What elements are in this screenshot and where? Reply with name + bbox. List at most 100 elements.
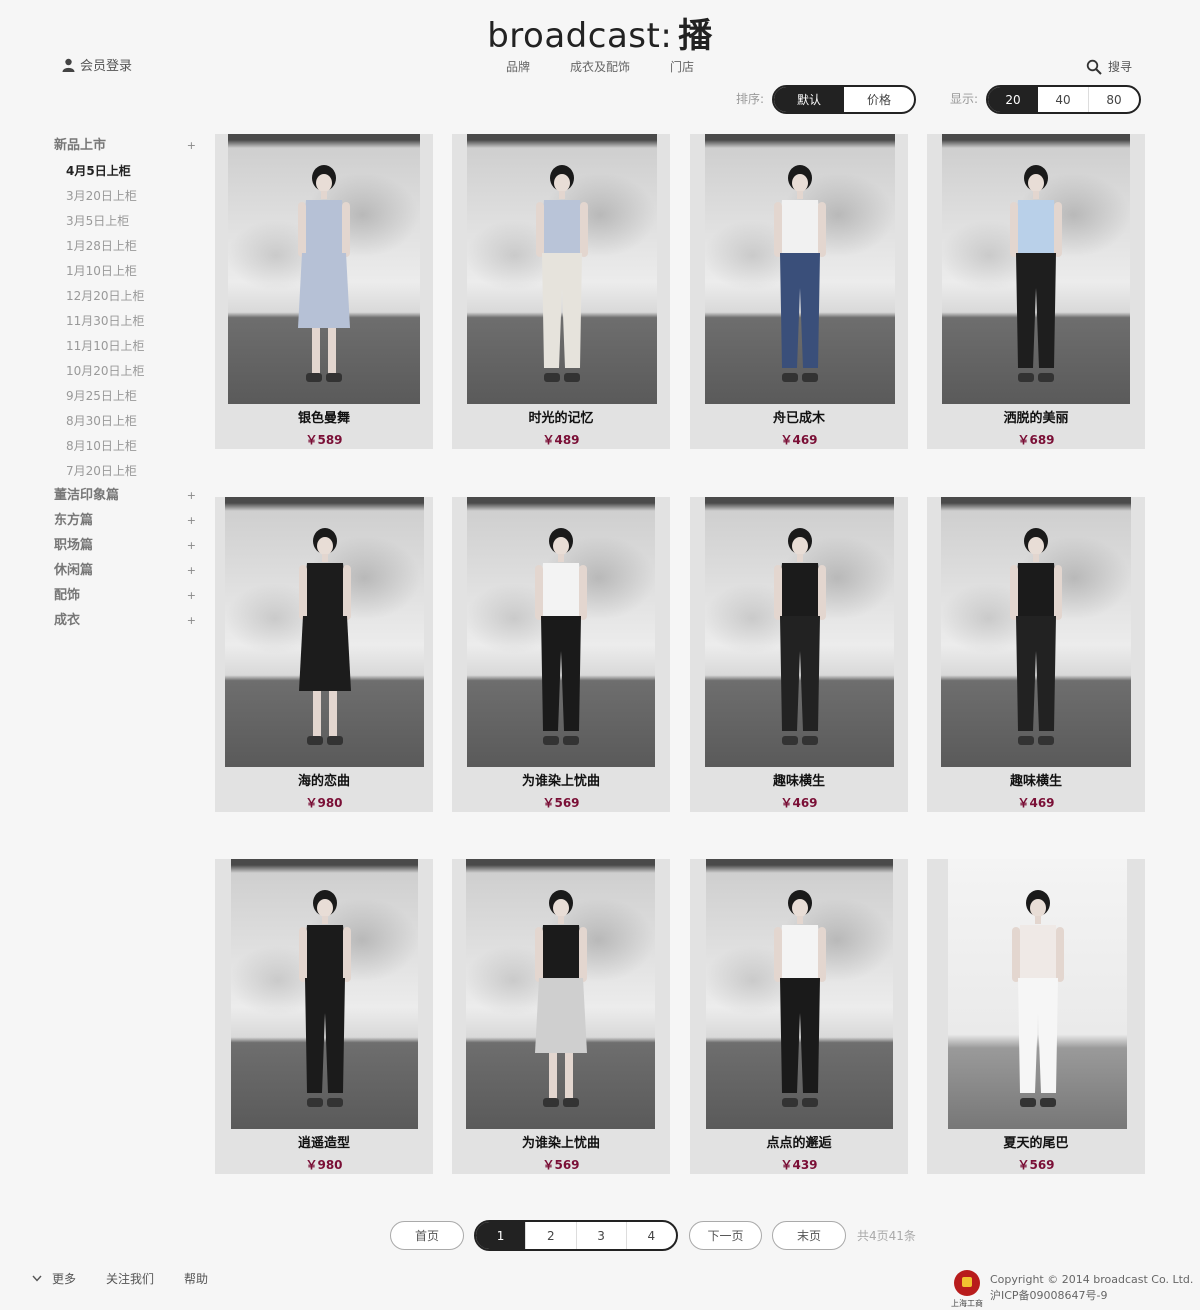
sort-toggle: 默认 价格 (772, 85, 916, 114)
expand-icon[interactable]: + (187, 137, 200, 162)
model-figure (284, 158, 364, 392)
sidebar-subitem[interactable]: 10月20日上柜 (54, 362, 200, 387)
product-image[interactable] (948, 859, 1127, 1129)
sidebar-subitem[interactable]: 11月10日上柜 (54, 337, 200, 362)
sidebar-category[interactable]: 董洁印象篇 + (54, 487, 200, 512)
sidebar-category-label: 新品上市 (54, 138, 107, 153)
page-1-button[interactable]: 1 (476, 1222, 526, 1249)
first-page-button[interactable]: 首页 (390, 1221, 464, 1250)
footer-follow-link[interactable]: 关注我们 (106, 1270, 154, 1287)
sidebar-category[interactable]: 东方篇 + (54, 512, 200, 537)
sidebar-subitem[interactable]: 1月10日上柜 (54, 262, 200, 287)
display-label: 显示: (950, 92, 979, 106)
product-card[interactable]: 夏天的尾巴 ￥569 (927, 859, 1145, 1174)
logo-english: broadcast: (487, 16, 673, 56)
product-image[interactable] (705, 497, 894, 767)
search-button[interactable]: 搜寻 (1086, 58, 1132, 75)
footer-more-link[interactable]: 更多 (32, 1270, 76, 1287)
product-price: ￥569 (542, 796, 580, 810)
nav-item-apparel[interactable]: 成衣及配饰 (570, 58, 630, 75)
product-card[interactable]: 点点的邂逅 ￥439 (690, 859, 908, 1174)
expand-icon[interactable]: + (187, 487, 200, 512)
expand-icon[interactable]: + (187, 612, 200, 637)
business-license-badge[interactable]: 上海工商 (951, 1270, 983, 1309)
product-image[interactable] (705, 134, 895, 404)
next-page-button[interactable]: 下一页 (689, 1221, 762, 1250)
sidebar-subitem[interactable]: 9月25日上柜 (54, 387, 200, 412)
sidebar-subitem[interactable]: 8月30日上柜 (54, 412, 200, 437)
product-name[interactable]: 时光的记忆 (452, 407, 670, 426)
product-name[interactable]: 趣味横生 (927, 770, 1145, 789)
page-size-toggle: 20 40 80 (986, 85, 1141, 114)
sidebar-category[interactable]: 成衣 + (54, 612, 200, 637)
footer-more-label: 更多 (52, 1272, 77, 1286)
product-image[interactable] (706, 859, 893, 1129)
sidebar-category[interactable]: 配饰 + (54, 587, 200, 612)
product-image[interactable] (467, 134, 657, 404)
sidebar-subitem[interactable]: 11月30日上柜 (54, 312, 200, 337)
sidebar-subitem[interactable]: 1月28日上柜 (54, 237, 200, 262)
product-name[interactable]: 为谁染上忧曲 (452, 770, 670, 789)
product-price: ￥489 (542, 433, 580, 447)
sidebar-subitem[interactable]: 3月5日上柜 (54, 212, 200, 237)
product-name[interactable]: 舟已成木 (690, 407, 908, 426)
product-image[interactable] (225, 497, 424, 767)
sort-default-button[interactable]: 默认 (774, 87, 844, 112)
product-image[interactable] (942, 134, 1130, 404)
product-card[interactable]: 舟已成木 ￥469 (690, 134, 908, 449)
product-name[interactable]: 海的恋曲 (215, 770, 433, 789)
sidebar-category-new-arrivals[interactable]: 新品上市 + (54, 137, 200, 162)
product-card[interactable]: 时光的记忆 ￥489 (452, 134, 670, 449)
expand-icon[interactable]: + (187, 562, 200, 587)
expand-icon[interactable]: + (187, 587, 200, 612)
nav-item-stores[interactable]: 门店 (670, 58, 694, 75)
product-name[interactable]: 银色曼舞 (215, 407, 433, 426)
expand-icon[interactable]: + (187, 512, 200, 537)
product-name[interactable]: 为谁染上忧曲 (452, 1132, 670, 1151)
product-card[interactable]: 银色曼舞 ￥589 (215, 134, 433, 449)
page-3-button[interactable]: 3 (575, 1222, 626, 1249)
product-price: ￥569 (1017, 1158, 1055, 1172)
page-size-20-button[interactable]: 20 (988, 87, 1038, 112)
footer-help-link[interactable]: 帮助 (184, 1270, 208, 1287)
product-card[interactable]: 趣味横生 ￥469 (927, 497, 1145, 812)
product-image[interactable] (466, 859, 655, 1129)
model-figure (996, 521, 1076, 755)
expand-icon[interactable]: + (187, 537, 200, 562)
sidebar-subitem[interactable]: 4月5日上柜 (54, 162, 200, 187)
sidebar-category[interactable]: 休闲篇 + (54, 562, 200, 587)
page-4-button[interactable]: 4 (625, 1222, 676, 1249)
page-size-40-button[interactable]: 40 (1038, 87, 1088, 112)
search-label: 搜寻 (1107, 60, 1132, 74)
chevron-down-icon (32, 1275, 42, 1282)
product-card[interactable]: 洒脱的美丽 ￥689 (927, 134, 1145, 449)
product-name[interactable]: 洒脱的美丽 (927, 407, 1145, 426)
product-image[interactable] (228, 134, 420, 404)
product-card[interactable]: 逍遥造型 ￥980 (215, 859, 433, 1174)
nav-item-brand[interactable]: 品牌 (506, 58, 530, 75)
icp-number[interactable]: 沪ICP备09008647号-9 (990, 1288, 1193, 1304)
product-image[interactable] (941, 497, 1131, 767)
product-name[interactable]: 夏天的尾巴 (927, 1132, 1145, 1151)
last-page-button[interactable]: 末页 (772, 1221, 846, 1250)
sidebar-subitem[interactable]: 8月10日上柜 (54, 437, 200, 462)
product-card[interactable]: 为谁染上忧曲 ￥569 (452, 859, 670, 1174)
product-image[interactable] (231, 859, 418, 1129)
site-logo[interactable]: broadcast: 播 (0, 8, 1200, 57)
page-2-button[interactable]: 2 (525, 1222, 575, 1249)
product-name[interactable]: 趣味横生 (690, 770, 908, 789)
product-card[interactable]: 趣味横生 ￥469 (690, 497, 908, 812)
product-card[interactable]: 为谁染上忧曲 ￥569 (452, 497, 670, 812)
product-name[interactable]: 点点的邂逅 (690, 1132, 908, 1151)
product-image[interactable] (467, 497, 655, 767)
product-card[interactable]: 海的恋曲 ￥980 (215, 497, 433, 812)
sidebar-category-label: 休闲篇 (54, 563, 94, 578)
sort-price-button[interactable]: 价格 (844, 87, 914, 112)
model-figure (760, 883, 840, 1117)
sidebar-category[interactable]: 职场篇 + (54, 537, 200, 562)
sidebar-subitem[interactable]: 3月20日上柜 (54, 187, 200, 212)
sidebar-subitem[interactable]: 12月20日上柜 (54, 287, 200, 312)
page-size-80-button[interactable]: 80 (1088, 87, 1139, 112)
sidebar-subitem[interactable]: 7月20日上柜 (54, 462, 200, 487)
product-name[interactable]: 逍遥造型 (215, 1132, 433, 1151)
